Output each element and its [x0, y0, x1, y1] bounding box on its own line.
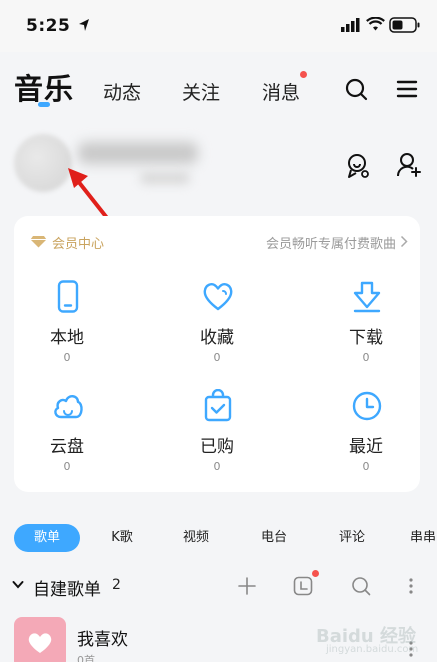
- section-count: 2: [112, 577, 121, 593]
- import-playlist-icon[interactable]: [293, 576, 313, 596]
- watermark-sub: jingyan.baidu.com: [326, 644, 419, 655]
- phone-icon: [57, 280, 79, 313]
- chip-playlists[interactable]: 歌单: [14, 524, 80, 552]
- diamond-icon: [30, 236, 47, 248]
- heart-icon: [28, 633, 52, 653]
- grid-label: 下载: [349, 328, 383, 348]
- profile-header: [0, 122, 437, 244]
- tab-dynamic[interactable]: 动态: [103, 78, 141, 105]
- add-friend-icon[interactable]: [396, 152, 422, 178]
- grid-count: 0: [362, 351, 370, 364]
- grid-label: 已购: [200, 437, 234, 457]
- grid-count: 0: [63, 351, 71, 364]
- status-time: 5:25: [26, 16, 71, 36]
- active-tab-indicator: [38, 102, 50, 107]
- more-vertical-icon[interactable]: [406, 577, 416, 595]
- section-title: 自建歌单: [33, 580, 101, 600]
- playlist-subtitle: 0首: [77, 654, 95, 662]
- chip-radio[interactable]: 电台: [252, 524, 296, 552]
- my-music-card: 会员中心 会员畅听专属付费歌曲 本地 0 收藏 0 下载 0 云盘 0 已购 0…: [14, 216, 420, 492]
- downloads-item[interactable]: 下载 0: [316, 280, 416, 380]
- recent-item[interactable]: 最近 0: [316, 389, 416, 489]
- messages-badge-dot: [300, 71, 307, 78]
- import-badge-dot: [312, 570, 319, 577]
- username-blurred[interactable]: [78, 142, 198, 164]
- microphone-listen-icon[interactable]: [344, 152, 370, 180]
- vip-center-label: 会员中心: [52, 237, 105, 252]
- category-tabs: 歌单 K歌 视频 电台 评论 串串: [0, 520, 437, 556]
- purchased-item[interactable]: 已购 0: [167, 389, 267, 489]
- local-music-item[interactable]: 本地 0: [17, 280, 117, 380]
- chip-video[interactable]: 视频: [174, 524, 218, 552]
- grid-label: 云盘: [50, 437, 84, 457]
- playlist-title: 我喜欢: [77, 630, 128, 650]
- vip-promo-text: 会员畅听专属付费歌曲: [265, 237, 396, 252]
- search-icon[interactable]: [351, 576, 371, 596]
- clock-icon: [352, 391, 382, 421]
- cloud-drive-item[interactable]: 云盘 0: [17, 389, 117, 489]
- created-playlists-header: 自建歌单 2: [0, 566, 437, 608]
- grid-count: 0: [213, 460, 221, 473]
- cell-signal-icon: [341, 18, 360, 32]
- grid-label: 本地: [50, 328, 84, 348]
- location-arrow-icon: [79, 19, 89, 31]
- heart-icon: [203, 283, 233, 311]
- bag-icon: [204, 389, 232, 422]
- tab-follow[interactable]: 关注: [182, 78, 220, 105]
- baidu-watermark: Baidu 经验 jingyan.baidu.com: [316, 604, 436, 660]
- search-icon[interactable]: [344, 77, 368, 101]
- chevron-right-icon: [400, 235, 408, 248]
- chip-more[interactable]: 串串: [410, 524, 437, 552]
- chip-comments[interactable]: 评论: [330, 524, 374, 552]
- grid-count: 0: [213, 351, 221, 364]
- menu-icon[interactable]: [396, 78, 418, 100]
- favorites-item[interactable]: 收藏 0: [167, 280, 267, 380]
- chevron-down-icon[interactable]: [12, 580, 24, 590]
- plus-icon[interactable]: [238, 577, 256, 595]
- grid-label: 最近: [349, 437, 383, 457]
- playlist-cover: [14, 617, 66, 662]
- user-info-blurred: [140, 172, 190, 184]
- wifi-icon: [366, 17, 385, 31]
- download-icon: [353, 281, 381, 313]
- grid-count: 0: [362, 460, 370, 473]
- top-navigation: 音乐 动态 关注 消息: [0, 52, 437, 122]
- vip-row[interactable]: 会员中心 会员畅听专属付费歌曲: [14, 216, 420, 262]
- cloud-icon: [54, 395, 83, 419]
- tab-messages[interactable]: 消息: [262, 78, 300, 105]
- chip-karaoke[interactable]: K歌: [100, 524, 144, 552]
- grid-count: 0: [63, 460, 71, 473]
- grid-label: 收藏: [200, 328, 234, 348]
- status-bar: 5:25: [0, 0, 437, 52]
- battery-icon: [389, 17, 420, 33]
